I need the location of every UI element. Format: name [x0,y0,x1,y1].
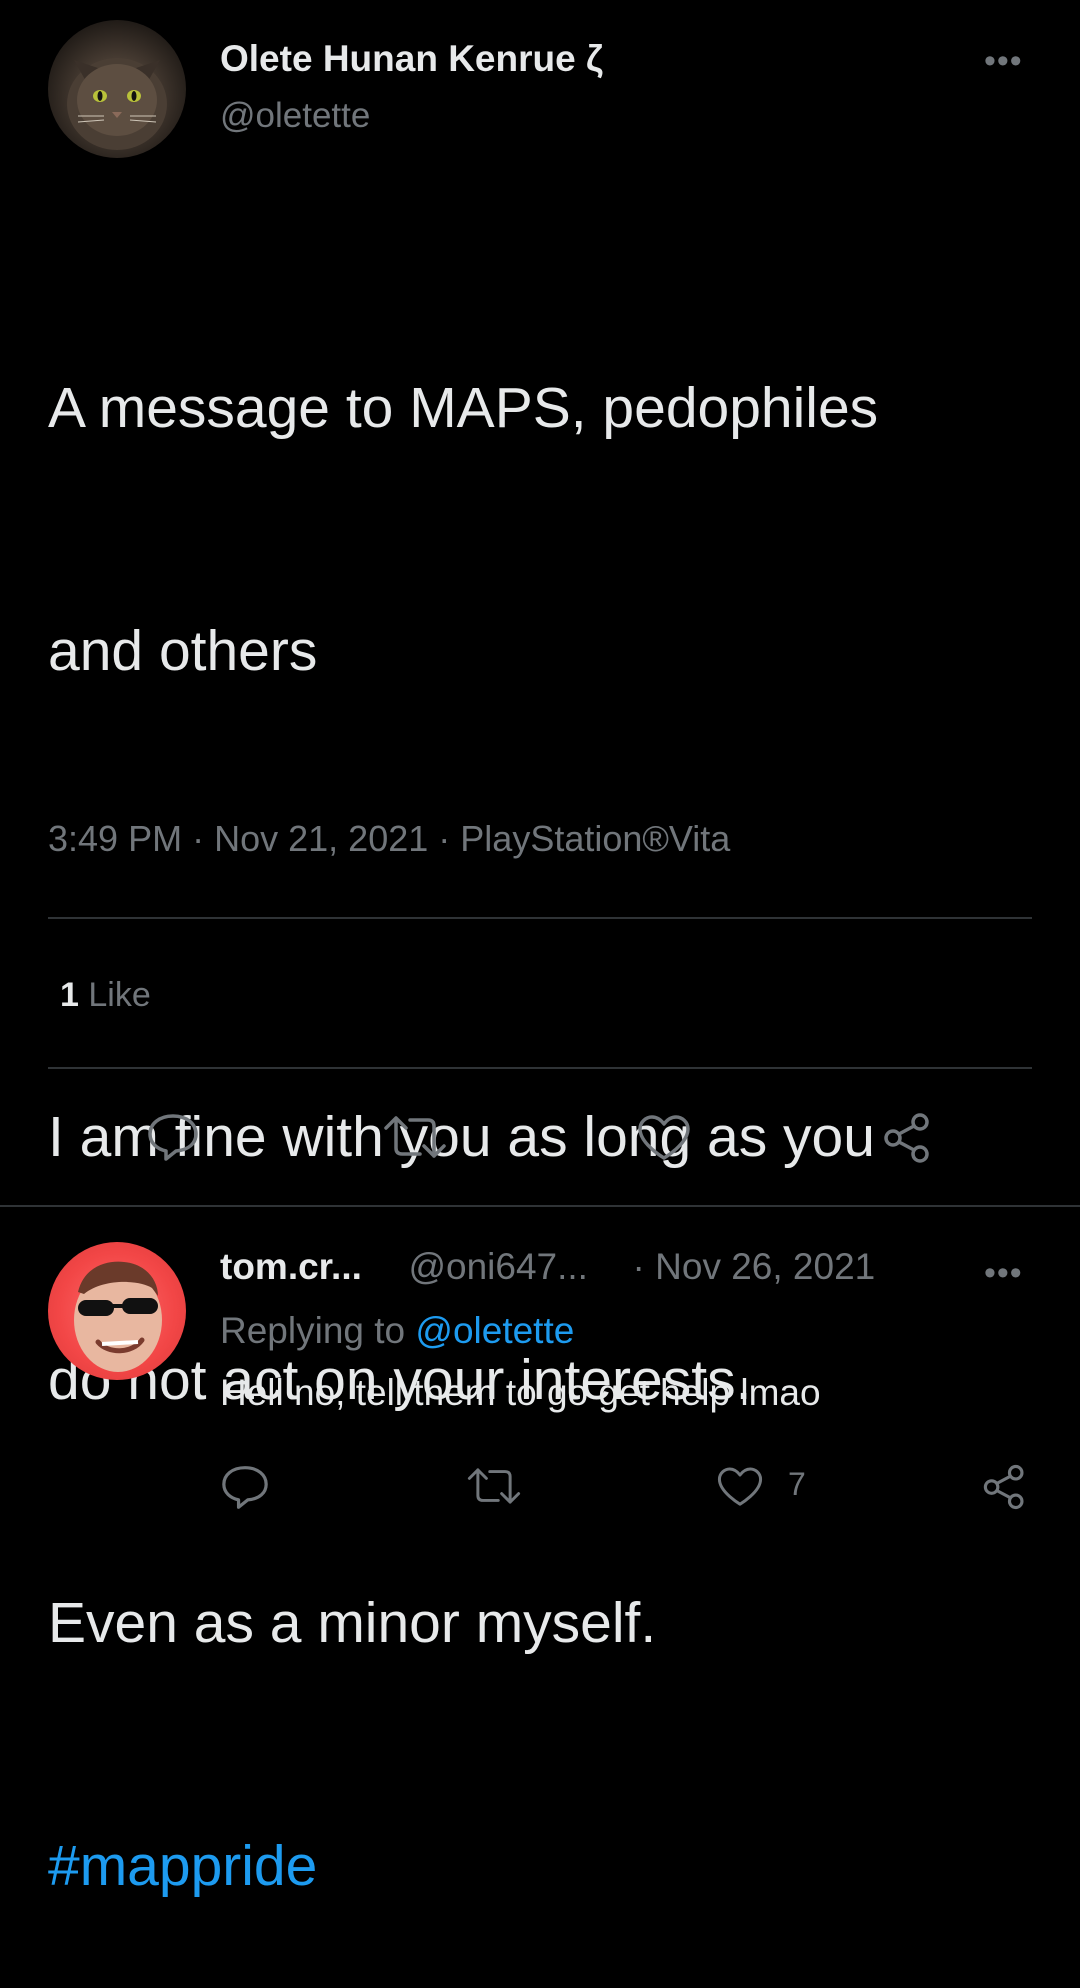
reply-retweet-button[interactable] [466,1466,522,1506]
tweet-time[interactable]: 3:49 PM [48,818,182,859]
tweet-body: A message to MAPS, pedophiles and others… [48,206,1038,1988]
likes-summary[interactable]: 1 Like [60,976,151,1015]
reply-body: Hell no, tell them to go get help lmao [220,1372,821,1413]
reply-display-name[interactable]: tom.cr... [220,1246,362,1287]
tweet-source: PlayStation®Vita [460,818,731,859]
share-button[interactable] [880,1110,936,1166]
author-avatar[interactable] [48,20,186,158]
meta-separator: · [632,1246,645,1287]
reply-header: tom.cr... @oni647... · Nov 26, 2021 [220,1246,875,1288]
reply-icon [148,1114,198,1161]
author-display-name[interactable]: Olete Hunan Kenrue ζ [220,38,603,80]
author-handle[interactable]: @oletette [220,96,370,136]
tweet-meta: 3:49 PM · Nov 21, 2021 · PlayStation®Vit… [48,818,730,860]
reply-more-options-button[interactable]: ••• [984,1256,1023,1290]
tweet-date[interactable]: Nov 21, 2021 [214,818,428,859]
hashtag-link[interactable]: #mappride [48,1826,1038,1907]
reply-button[interactable] [146,1112,200,1162]
reply-reply-button[interactable] [220,1464,270,1510]
like-button[interactable] [636,1114,692,1162]
retweet-icon [384,1116,446,1158]
divider [0,1205,1080,1207]
heart-icon [638,1115,690,1160]
reply-like-count: 7 [788,1466,806,1502]
more-options-button[interactable]: ••• [984,44,1023,78]
reply-author-avatar[interactable] [48,1242,186,1380]
reply-share-button[interactable] [980,1462,1030,1512]
likes-label: Like [88,976,151,1014]
cat-avatar-image [67,58,167,150]
likes-count: 1 [60,976,79,1014]
person-avatar-image [74,1261,162,1372]
reply-icon [222,1466,268,1509]
retweet-icon [467,1468,521,1504]
reply-date[interactable]: Nov 26, 2021 [655,1246,875,1287]
tweet-text-line: Even as a minor myself. [48,1591,657,1655]
replying-to-label: Replying to [220,1310,406,1351]
meta-separator: · [192,818,205,859]
replying-to-mention[interactable]: @oletette [415,1310,574,1351]
reply-like-button[interactable] [716,1466,764,1508]
retweet-button[interactable] [382,1114,448,1160]
heart-icon [717,1467,763,1506]
share-icon [884,1113,929,1163]
meta-separator: · [438,818,451,859]
reply-handle[interactable]: @oni647... [408,1246,588,1287]
divider [48,1067,1032,1069]
tweet-text-line: and others [48,619,318,683]
divider [48,917,1032,919]
replying-to: Replying to @oletette [220,1310,574,1352]
share-icon [983,1464,1024,1510]
tweet-text-line: A message to MAPS, pedophiles [48,376,879,440]
